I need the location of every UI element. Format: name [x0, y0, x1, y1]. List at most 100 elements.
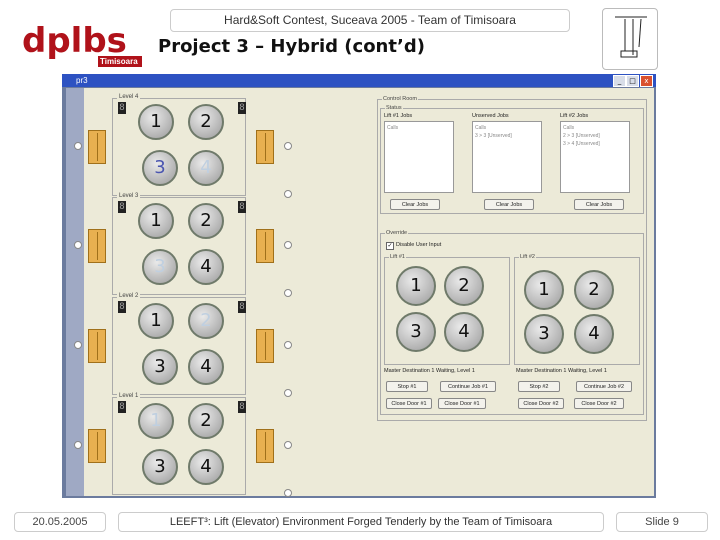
floor-group: Level 4 — [112, 94, 246, 196]
floor-display-right: 8 — [238, 201, 246, 213]
list-item[interactable]: 3 > 3 [Unserved] — [475, 132, 539, 140]
lift2-jobs-header: Lift #2 Jobs — [560, 113, 589, 119]
floor-group: Level 3 — [112, 193, 246, 295]
list-item[interactable]: Calls — [387, 124, 451, 132]
floor-call-button[interactable]: 2 — [188, 203, 224, 239]
window-title: pr3 — [76, 76, 88, 85]
lift2-jobs-list[interactable]: Calls 2 > 3 [Unserved] 3 > 4 [Unserved] — [560, 121, 630, 193]
floor-call-button[interactable]: 1 — [138, 104, 174, 140]
lift1-override-button[interactable]: 4 — [444, 312, 484, 352]
university-logo — [602, 8, 658, 70]
floor-call-button[interactable]: 3 — [142, 150, 178, 186]
floor-radio[interactable] — [284, 289, 292, 297]
lift2-label: Lift #2 — [519, 254, 536, 260]
close-door-lift1-button-2[interactable]: Close Door #1 — [438, 398, 486, 409]
close-door-lift2-button-2[interactable]: Close Door #2 — [574, 398, 624, 409]
floor-call-button[interactable]: 2 — [188, 104, 224, 140]
footer-text: LEEFT³: Lift (Elevator) Environment Forg… — [118, 512, 604, 532]
unserved-jobs-list[interactable]: Calls 3 > 3 [Unserved] — [472, 121, 542, 193]
lift1-override-button[interactable]: 2 — [444, 266, 484, 306]
floor-display-right: 8 — [238, 102, 246, 114]
minimize-button[interactable]: _ — [613, 75, 626, 87]
floor-call-button[interactable]: 2 — [188, 403, 224, 439]
list-item[interactable]: Calls — [563, 124, 627, 132]
floor-call-button[interactable]: 4 — [188, 349, 224, 385]
page-title: Project 3 – Hybrid (cont’d) — [158, 36, 425, 57]
list-item[interactable]: 2 > 3 [Unserved] — [563, 132, 627, 140]
floor-call-button[interactable]: 3 — [142, 449, 178, 485]
floor-group: Level 2 — [112, 293, 246, 395]
floor-display-left: 8 — [118, 401, 126, 413]
floor-group: Level 1 — [112, 393, 246, 495]
floor-call-button[interactable]: 1 — [138, 403, 174, 439]
lift1-door — [88, 329, 106, 363]
disable-user-input-checkbox[interactable]: ✓ — [386, 242, 394, 250]
close-door-lift1-button[interactable]: Close Door #1 — [386, 398, 432, 409]
floor-label: Level 2 — [117, 293, 141, 299]
logo-text: Timisoara — [100, 57, 138, 66]
clear-lift1-jobs-button[interactable]: Clear Jobs — [390, 199, 440, 210]
slide-number: Slide 9 — [616, 512, 708, 532]
floor-label: Level 1 — [117, 393, 141, 399]
lift1-radio[interactable] — [74, 441, 82, 449]
lift1-radio[interactable] — [74, 341, 82, 349]
dplabs-logo: dplbs Timisoara — [18, 10, 148, 72]
floor-display-right: 8 — [238, 401, 246, 413]
list-item[interactable]: Calls — [475, 124, 539, 132]
floor-call-button[interactable]: 4 — [188, 449, 224, 485]
clear-lift2-jobs-button[interactable]: Clear Jobs — [574, 199, 624, 210]
stop-lift1-button[interactable]: Stop #1 — [386, 381, 428, 392]
lift1-radio[interactable] — [74, 142, 82, 150]
lift2-door — [256, 130, 274, 164]
floor-call-button[interactable]: 4 — [188, 249, 224, 285]
floor-radio[interactable] — [284, 389, 292, 397]
floor-radio[interactable] — [284, 489, 292, 497]
lift1-jobs-list[interactable]: Calls — [384, 121, 454, 193]
lift1-status: Master Destination 1 Waiting, Level 1 — [384, 368, 475, 374]
lift2-override-button[interactable]: 1 — [524, 270, 564, 310]
continue-job-lift2-button[interactable]: Continue Job #2 — [576, 381, 632, 392]
lift2-radio[interactable] — [284, 341, 292, 349]
lift2-override-button[interactable]: 4 — [574, 314, 614, 354]
lift1-override-button[interactable]: 3 — [396, 312, 436, 352]
lift1-label: Lift #1 — [389, 254, 406, 260]
lift2-override-button[interactable]: 2 — [574, 270, 614, 310]
lift2-door — [256, 329, 274, 363]
floor-radio[interactable] — [284, 190, 292, 198]
window-titlebar[interactable]: pr3 _ □ x — [62, 74, 656, 87]
lift1-override-button[interactable]: 1 — [396, 266, 436, 306]
lift2-radio[interactable] — [284, 441, 292, 449]
footer-date: 20.05.2005 — [14, 512, 106, 532]
status-label: Status — [385, 105, 403, 111]
list-item[interactable]: 3 > 4 [Unserved] — [563, 140, 627, 148]
floor-call-button[interactable]: 4 — [188, 150, 224, 186]
lift2-override-button[interactable]: 3 — [524, 314, 564, 354]
unserved-jobs-header: Unserved Jobs — [472, 113, 509, 119]
lift1-door — [88, 229, 106, 263]
override-label: Override — [385, 230, 409, 236]
stop-lift2-button[interactable]: Stop #2 — [518, 381, 560, 392]
close-door-lift2-button[interactable]: Close Door #2 — [518, 398, 564, 409]
lift1-radio[interactable] — [74, 241, 82, 249]
maximize-button[interactable]: □ — [626, 75, 639, 87]
floor-display-left: 8 — [118, 301, 126, 313]
lift2-radio[interactable] — [284, 241, 292, 249]
lift2-door — [256, 229, 274, 263]
lift2-radio[interactable] — [284, 142, 292, 150]
floor-call-button[interactable]: 1 — [138, 303, 174, 339]
lift1-jobs-header: Lift #1 Jobs — [384, 113, 413, 119]
floor-label: Level 3 — [117, 193, 141, 199]
close-button[interactable]: x — [640, 75, 653, 87]
floor-display-left: 8 — [118, 201, 126, 213]
svg-text:dplbs: dplbs — [22, 21, 127, 61]
continue-job-lift1-button[interactable]: Continue Job #1 — [440, 381, 496, 392]
floor-display-right: 8 — [238, 301, 246, 313]
clear-unserved-jobs-button[interactable]: Clear Jobs — [484, 199, 534, 210]
lift2-status: Master Destination 1 Waiting, Level 1 — [516, 368, 607, 374]
floor-call-button[interactable]: 3 — [142, 249, 178, 285]
floor-call-button[interactable]: 2 — [188, 303, 224, 339]
floor-call-button[interactable]: 1 — [138, 203, 174, 239]
lift2-door — [256, 429, 274, 463]
contest-banner: Hard&Soft Contest, Suceava 2005 - Team o… — [170, 9, 570, 32]
floor-call-button[interactable]: 3 — [142, 349, 178, 385]
